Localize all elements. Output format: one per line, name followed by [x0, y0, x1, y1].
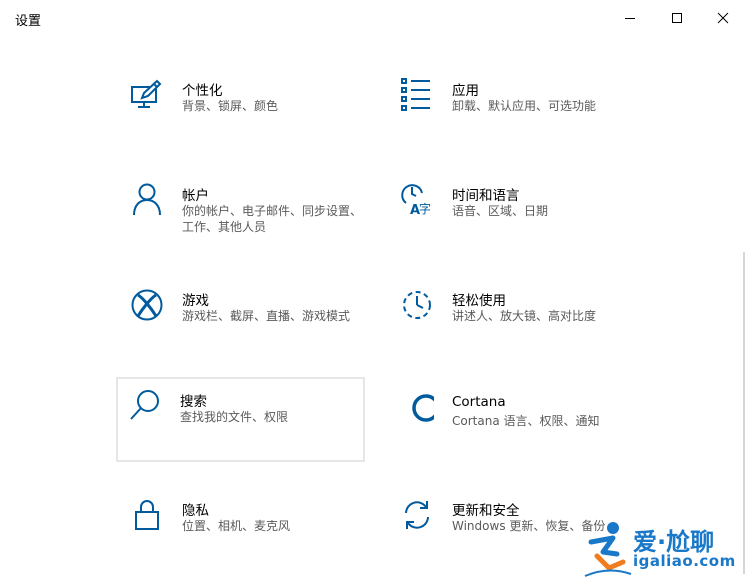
minimize-button[interactable]	[607, 0, 653, 36]
tile-accounts-desc: 你的帐户、电子邮件、同步设置、工作、其他人员	[182, 204, 363, 234]
watermark-url: igaliao.com	[633, 552, 736, 570]
tile-search[interactable]: 搜索 查找我的文件、权限	[116, 377, 365, 462]
tile-personalization[interactable]: 个性化 背景、锁屏、颜色	[118, 78, 364, 162]
time-language-icon: A 字	[401, 184, 431, 217]
watermark: 爱·尬聊 igaliao.com	[583, 518, 743, 580]
lock-icon	[135, 500, 159, 530]
tile-privacy[interactable]: 隐私 位置、相机、麦克风	[118, 498, 364, 582]
window-title: 设置	[15, 14, 42, 29]
account-icon	[133, 183, 161, 216]
tile-cortana-name: Cortana	[452, 394, 506, 410]
tile-time-language-name: 时间和语言	[452, 188, 520, 204]
tile-ease-of-access-desc: 讲述人、放大镜、高对比度	[452, 309, 597, 323]
minimize-icon	[625, 18, 635, 19]
apps-icon	[401, 78, 430, 111]
maximize-button[interactable]	[654, 0, 700, 36]
tile-cortana-desc: Cortana 语言、权限、通知	[452, 414, 600, 428]
cortana-icon	[412, 394, 434, 422]
close-button[interactable]	[700, 0, 745, 36]
tile-apps-name: 应用	[452, 83, 479, 99]
tile-time-language-desc: 语音、区域、日期	[452, 204, 549, 218]
tile-accounts-name: 帐户	[182, 188, 209, 204]
tile-cortana[interactable]: Cortana Cortana 语言、权限、通知	[388, 393, 634, 477]
tile-privacy-desc: 位置、相机、麦克风	[182, 519, 291, 533]
tile-gaming-name: 游戏	[182, 293, 209, 309]
tile-apps-desc: 卸载、默认应用、可选功能	[452, 99, 597, 113]
ease-of-access-icon	[403, 291, 431, 319]
personalization-icon	[131, 79, 162, 108]
svg-text:字: 字	[419, 201, 431, 216]
tile-search-desc: 查找我的文件、权限	[180, 410, 289, 424]
close-icon	[717, 12, 729, 24]
xbox-icon	[131, 289, 163, 321]
tile-personalization-name: 个性化	[182, 83, 223, 99]
title-bar: 设置	[0, 0, 745, 36]
tile-privacy-name: 隐私	[182, 503, 209, 519]
tile-ease-of-access-name: 轻松使用	[452, 293, 506, 309]
tile-gaming[interactable]: 游戏 游戏栏、截屏、直播、游戏模式	[118, 288, 364, 372]
tile-gaming-desc: 游戏栏、截屏、直播、游戏模式	[182, 309, 351, 323]
tile-ease-of-access[interactable]: 轻松使用 讲述人、放大镜、高对比度	[388, 288, 634, 372]
tile-update-security-name: 更新和安全	[452, 503, 520, 519]
watermark-logo-icon	[584, 522, 632, 577]
maximize-icon	[672, 13, 682, 23]
tile-accounts[interactable]: 帐户 你的帐户、电子邮件、同步设置、工作、其他人员	[118, 183, 364, 267]
sync-icon	[405, 501, 429, 529]
tile-search-name: 搜索	[180, 394, 207, 410]
search-icon	[130, 390, 159, 420]
tile-time-language[interactable]: A 字 时间和语言 语音、区域、日期	[388, 183, 634, 267]
tile-apps[interactable]: 应用 卸载、默认应用、可选功能	[388, 78, 634, 162]
tile-personalization-desc: 背景、锁屏、颜色	[182, 99, 279, 113]
